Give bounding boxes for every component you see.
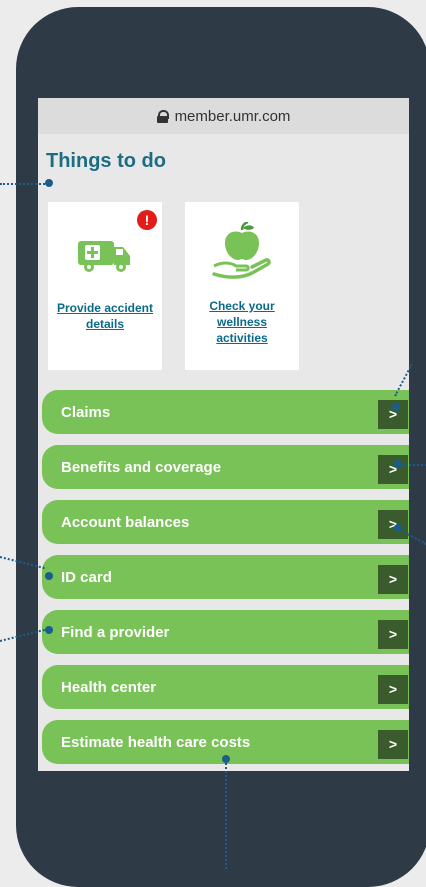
section-title: Things to do <box>46 150 166 172</box>
callout-dot-claims <box>392 403 400 411</box>
address-bar-url: member.umr.com <box>174 107 291 125</box>
callout-dot-benefits <box>394 460 402 468</box>
chevron-right-icon: > <box>378 730 408 759</box>
chevron-right-icon: > <box>378 455 408 484</box>
alert-icon: ! <box>137 210 157 230</box>
accident-details-link[interactable]: Provide accident details <box>48 300 162 332</box>
callout-line-estimate-costs <box>225 760 227 869</box>
menu-item-claims[interactable]: Claims > <box>42 390 409 434</box>
wellness-activities-link[interactable]: Check your wellness activities <box>185 298 299 346</box>
wellness-activities-card[interactable]: Check your wellness activities <box>185 202 299 370</box>
menu-item-id-card[interactable]: ID card > <box>42 555 409 599</box>
callout-dot-find-provider <box>45 626 53 634</box>
chevron-right-icon: > <box>378 620 408 649</box>
menu-item-account-balances[interactable]: Account balances > <box>42 500 409 544</box>
accident-details-card[interactable]: ! Provide accident details <box>48 202 162 370</box>
phone-screen: member.umr.com Things to do ! Provide ac… <box>38 98 409 771</box>
chevron-right-icon: > <box>378 565 408 594</box>
lock-icon <box>156 109 169 123</box>
menu-item-label: Benefits and coverage <box>61 458 222 476</box>
menu-item-label: Estimate health care costs <box>61 733 251 751</box>
menu-item-label: ID card <box>61 568 112 586</box>
callout-dot-account-balances <box>394 524 402 532</box>
menu-item-label: Health center <box>61 678 157 696</box>
menu-item-benefits-and-coverage[interactable]: Benefits and coverage > <box>42 445 409 489</box>
menu-item-label: Claims <box>61 403 111 421</box>
menu-item-health-center[interactable]: Health center > <box>42 665 409 709</box>
apple-in-hand-icon <box>212 222 271 279</box>
menu-item-find-a-provider[interactable]: Find a provider > <box>42 610 409 654</box>
chevron-right-icon: > <box>378 510 408 539</box>
callout-dot-estimate-costs <box>222 755 230 763</box>
menu-item-label: Find a provider <box>61 623 170 641</box>
callout-line-things-to-do <box>0 183 48 185</box>
chevron-right-icon: > <box>378 675 408 704</box>
callout-dot-things-to-do <box>45 179 53 187</box>
ambulance-icon <box>78 241 130 272</box>
menu-item-label: Account balances <box>61 513 190 531</box>
address-bar[interactable]: member.umr.com <box>38 98 409 134</box>
callout-dot-id-card <box>45 572 53 580</box>
